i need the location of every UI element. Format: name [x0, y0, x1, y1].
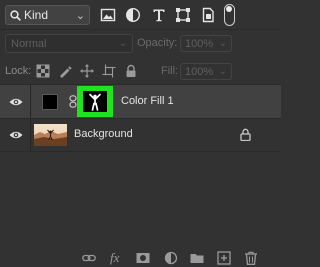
blend-mode-select[interactable]: Normal ⌄ [5, 34, 133, 53]
opacity-value: 100% [185, 37, 214, 50]
layer-name: Color Fill 1 [121, 95, 174, 107]
opacity-label: Opacity: [137, 37, 178, 49]
add-mask-icon[interactable] [136, 251, 150, 265]
blend-mode-value: Normal [11, 37, 47, 50]
layer-name: Background [74, 128, 133, 140]
divider [0, 29, 281, 30]
layer-row-color-fill[interactable]: Color Fill 1 [0, 85, 281, 118]
adjustment-layer-filter-icon[interactable] [125, 7, 141, 23]
opacity-field[interactable]: 100% ⌄ [180, 35, 232, 52]
chevron-down-icon: ⌄ [218, 66, 227, 77]
fill-color-thumbnail[interactable] [42, 94, 58, 110]
lock-all-icon[interactable] [124, 64, 138, 78]
filter-kind-label: Kind [24, 8, 49, 22]
layer-row-background[interactable]: Background [0, 119, 281, 151]
new-layer-icon[interactable] [217, 251, 231, 265]
fill-label: Fill: [161, 65, 179, 77]
chevron-down-icon: ⌄ [75, 9, 85, 22]
search-icon [10, 9, 21, 21]
layer-style-icon[interactable]: fx [110, 250, 119, 266]
lock-position-icon[interactable] [80, 64, 94, 78]
lock-image-pixels-icon[interactable] [58, 64, 72, 78]
mask-selection-highlight[interactable] [77, 86, 113, 117]
type-layer-filter-icon[interactable] [151, 7, 167, 23]
chevron-down-icon: ⌄ [118, 38, 127, 49]
shape-layer-filter-icon[interactable] [175, 7, 191, 23]
mask-thumbnail [83, 91, 107, 112]
link-layers-icon[interactable] [82, 251, 96, 265]
eye-icon[interactable] [9, 97, 23, 107]
lock-transparent-pixels-icon[interactable] [36, 64, 50, 78]
background-thumbnail[interactable] [34, 124, 67, 146]
smart-object-filter-icon[interactable] [200, 7, 216, 23]
new-group-icon[interactable] [190, 251, 204, 265]
fill-field[interactable]: 100% ⌄ [180, 63, 232, 80]
link-icon[interactable] [69, 95, 77, 108]
lock-icon [240, 128, 251, 141]
divider [30, 119, 31, 151]
toggle-knob [226, 6, 232, 12]
filter-kind-select[interactable]: Kind ⌄ [5, 5, 90, 25]
chevron-down-icon: ⌄ [218, 38, 227, 49]
lock-artboard-icon[interactable] [102, 64, 116, 78]
filter-toggle[interactable] [224, 4, 235, 26]
divider [0, 151, 281, 152]
lock-label: Lock: [5, 65, 32, 77]
fill-value: 100% [185, 65, 214, 78]
delete-layer-icon[interactable] [244, 251, 258, 265]
new-adjustment-layer-icon[interactable] [164, 251, 178, 265]
eye-icon[interactable] [9, 130, 23, 140]
pixel-layer-filter-icon[interactable] [100, 7, 116, 23]
divider [30, 85, 31, 118]
